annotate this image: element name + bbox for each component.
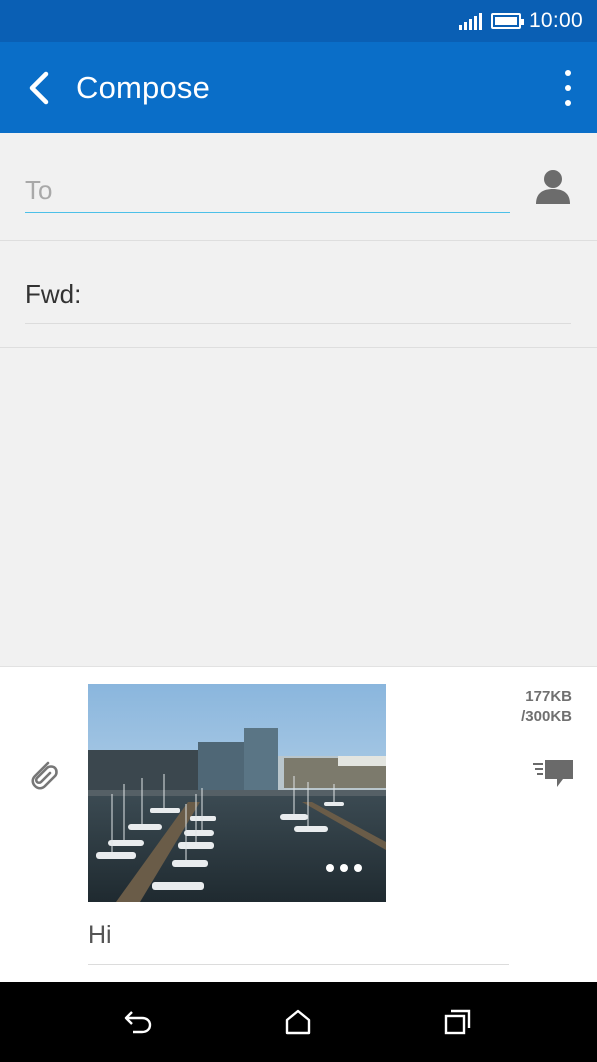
status-bar: 10:00: [0, 0, 597, 42]
nav-recent-apps-button[interactable]: [440, 1006, 474, 1038]
size-limit: /300KB: [521, 708, 572, 725]
quick-text-button[interactable]: [531, 759, 575, 789]
signal-icon: [458, 12, 483, 30]
back-icon: [124, 1011, 152, 1034]
to-input[interactable]: [25, 169, 510, 213]
home-icon: [285, 1009, 311, 1035]
attached-photo[interactable]: [88, 684, 386, 902]
subject-row[interactable]: Fwd:: [0, 241, 597, 348]
paperclip-icon: [31, 761, 58, 790]
message-compose-panel: 177KB /300KB Hi: [0, 666, 597, 982]
subject-divider: [25, 323, 571, 324]
chevron-left-icon: [29, 71, 49, 104]
quick-text-icon: [533, 760, 573, 787]
message-body-input[interactable]: Hi: [88, 917, 509, 965]
nav-home-button[interactable]: [281, 1006, 315, 1038]
attach-button[interactable]: [26, 755, 60, 791]
photo-options-button[interactable]: [326, 864, 362, 872]
person-icon: [536, 170, 570, 204]
page-title: Compose: [76, 69, 211, 105]
status-time: 10:00: [528, 9, 583, 32]
app-bar: Compose: [0, 42, 597, 133]
back-button[interactable]: [4, 42, 74, 133]
nav-back-button[interactable]: [121, 1006, 155, 1038]
navigation-bar: [0, 982, 597, 1062]
overflow-menu-button[interactable]: [561, 70, 575, 106]
subject-field[interactable]: Fwd:: [25, 279, 81, 310]
message-size-counter: 177KB /300KB: [521, 687, 572, 727]
size-used: 177KB: [525, 688, 572, 705]
recipient-row: [0, 133, 597, 241]
contact-picker-button[interactable]: [533, 167, 573, 207]
battery-icon: [490, 13, 524, 29]
recent-apps-icon: [444, 1009, 471, 1035]
